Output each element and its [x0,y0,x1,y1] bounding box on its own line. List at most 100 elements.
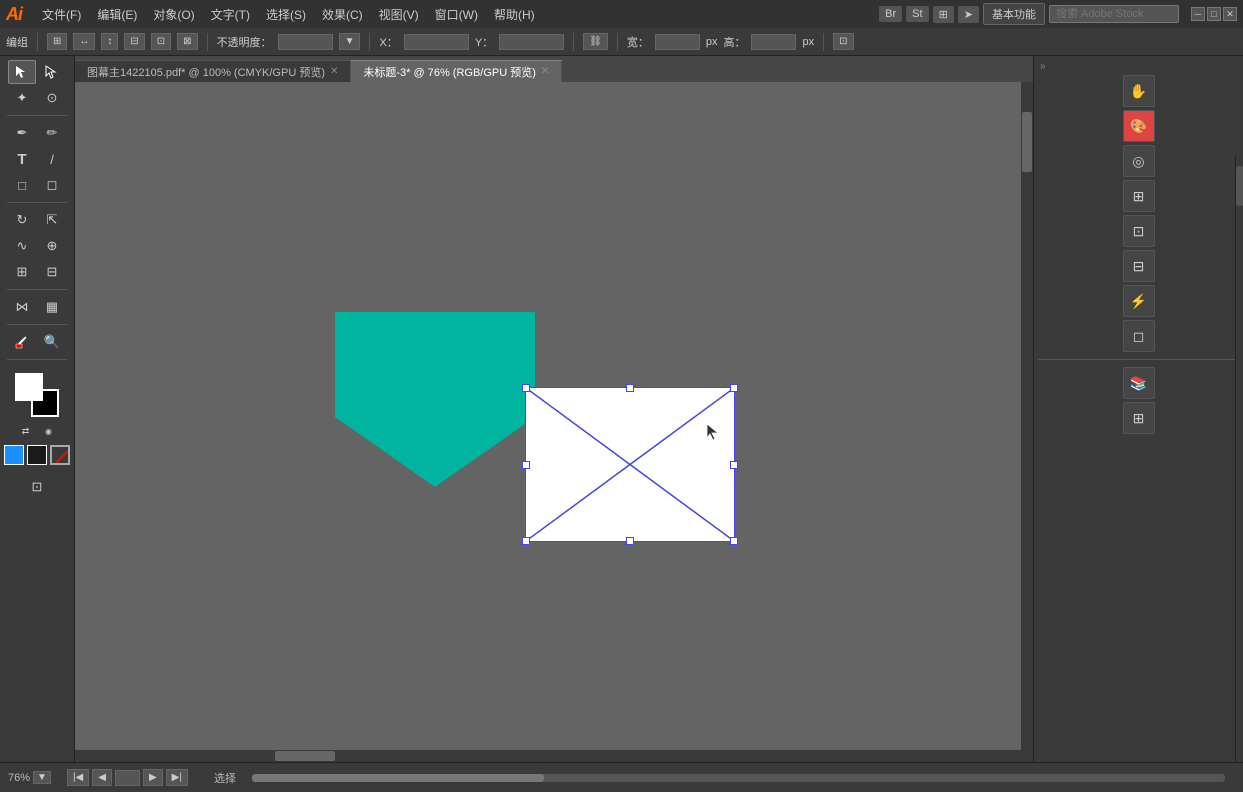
w-input[interactable]: 270 [655,34,700,50]
right-panel-collapse-arrow[interactable]: » [1040,61,1046,72]
hand-tool-right[interactable]: ✋ [1123,75,1155,107]
foreground-color-swatch[interactable] [15,373,43,401]
page-input[interactable]: 1 [115,770,140,786]
menu-edit[interactable]: 编辑(E) [89,4,145,25]
handle-mid-left[interactable] [522,461,530,469]
prev-page-btn[interactable]: ◀ [92,769,112,786]
opacity-arrow[interactable]: ▼ [339,33,361,50]
v-scrollbar[interactable] [1021,82,1033,762]
perspective-grid-tool[interactable]: ⊟ [38,260,66,284]
lasso-tool[interactable]: ⊙ [38,86,66,110]
link-proportions-btn[interactable]: ⛓ [583,33,608,50]
transform-btn-5[interactable]: ⊡ [151,33,171,50]
y-input[interactable]: 421.306 [499,34,564,50]
paintbrush-tool[interactable]: ◻ [38,173,66,197]
handle-bot-mid[interactable] [626,537,634,545]
rect-tool[interactable]: □ [8,173,36,197]
workspace-button[interactable]: 基本功能 [983,3,1045,25]
library-panel-btn[interactable]: 📚 [1123,367,1155,399]
window-controls: ─ □ ✕ [1191,7,1237,21]
line-segment-tool[interactable]: / [38,147,66,171]
blend-tool[interactable]: ⋈ [8,295,36,319]
menu-object[interactable]: 对象(O) [145,4,202,25]
type-tool[interactable]: T [8,147,36,171]
maximize-button[interactable]: □ [1207,7,1221,21]
properties-panel-btn[interactable]: ⊞ [1123,402,1155,434]
tab-1-close[interactable]: ✕ [541,66,549,77]
screen-mode-btn[interactable]: ⊡ [15,475,59,499]
free-transform-tool[interactable]: ⊕ [38,234,66,258]
handle-bot-left[interactable] [522,537,530,545]
none-color[interactable] [50,445,70,465]
tab-0-close[interactable]: ✕ [330,66,338,77]
minimize-button[interactable]: ─ [1191,7,1205,21]
fill-color[interactable] [4,445,24,465]
swap-colors-btn[interactable]: ⇄ [16,423,36,439]
last-page-btn[interactable]: ▶| [166,769,188,786]
send-icon-btn[interactable]: ➤ [958,6,979,23]
transform-btn-6[interactable]: ⊠ [177,33,197,50]
pen-tool[interactable]: ✒ [8,121,36,145]
direct-selection-tool[interactable] [38,60,66,84]
grid-icon-btn[interactable]: ⊞ [933,6,954,23]
layers-panel-btn[interactable]: ⚡ [1123,285,1155,317]
stroke-color[interactable] [27,445,47,465]
align-panel-btn[interactable]: ⊞ [1123,180,1155,212]
first-page-btn[interactable]: |◀ [67,769,89,786]
color-area: ⇄ ◉ [4,373,70,465]
pencil-tool[interactable]: ✏ [38,121,66,145]
shape-builder-tool[interactable]: ⊞ [8,260,36,284]
h-scrollbar-thumb[interactable] [275,751,335,761]
graph-tool[interactable]: ▦ [38,295,66,319]
handle-mid-right[interactable] [730,461,738,469]
transform-panel-btn[interactable]: ⊡ [1123,215,1155,247]
selection-tool[interactable] [8,60,36,84]
artboards-panel-btn[interactable]: ◻ [1123,320,1155,352]
teal-shape[interactable] [335,312,535,482]
selected-rect[interactable] [525,387,735,542]
menu-view[interactable]: 视图(V) [371,4,427,25]
stroke-panel-btn[interactable]: ◎ [1123,145,1155,177]
menu-effect[interactable]: 效果(C) [314,4,371,25]
tab-0[interactable]: 图幕主1422105.pdf* @ 100% (CMYK/GPU 预览) ✕ [75,60,351,82]
handle-top-left[interactable] [522,384,530,392]
transform-options-btn[interactable]: ⊡ [833,33,853,50]
bridge-icon-btn[interactable]: Br [879,6,902,22]
menu-file[interactable]: 文件(F) [34,4,89,25]
handle-top-mid[interactable] [626,384,634,392]
transform-btn-2[interactable]: ↔ [73,33,95,50]
transform-btn-4[interactable]: ⊟ [124,33,144,50]
tool-row-2: ✦ ⊙ [8,86,66,110]
stock-icon-btn[interactable]: St [906,6,928,22]
transform-btn-3[interactable]: ↕ [101,33,118,50]
default-colors-btn[interactable]: ◉ [39,423,59,439]
x-input[interactable]: 297.601 [404,34,469,50]
rotate-tool[interactable]: ↻ [8,208,36,232]
handle-top-right[interactable] [730,384,738,392]
right-scrollbar-thumb[interactable] [1236,166,1243,206]
right-scrollbar[interactable] [1235,156,1243,762]
h-input[interactable]: 194 [751,34,796,50]
warp-tool[interactable]: ∿ [8,234,36,258]
pathfinder-panel-btn[interactable]: ⊟ [1123,250,1155,282]
scale-tool[interactable]: ⇱ [38,208,66,232]
transform-btn-1[interactable]: ⊞ [47,33,67,50]
zoom-down-btn[interactable]: ▼ [33,771,51,784]
menu-help[interactable]: 帮助(H) [486,4,543,25]
selected-rect-container[interactable] [525,387,735,542]
v-scrollbar-thumb[interactable] [1022,112,1032,172]
opacity-input[interactable]: 100% [278,34,333,50]
handle-bot-right[interactable] [730,537,738,545]
menu-window[interactable]: 窗口(W) [427,4,486,25]
magic-wand-tool[interactable]: ✦ [8,86,36,110]
close-button[interactable]: ✕ [1223,7,1237,21]
h-scrollbar[interactable] [75,750,1033,762]
next-page-btn[interactable]: ▶ [143,769,163,786]
color-panel-btn[interactable]: 🎨 [1123,110,1155,142]
menu-select[interactable]: 选择(S) [258,4,314,25]
zoom-tool[interactable]: 🔍 [38,330,66,354]
eyedropper-tool[interactable] [8,330,36,354]
tab-1[interactable]: 未标题-3* @ 76% (RGB/GPU 预览) ✕ [351,60,562,82]
search-input[interactable] [1049,5,1179,23]
menu-text[interactable]: 文字(T) [203,4,258,25]
